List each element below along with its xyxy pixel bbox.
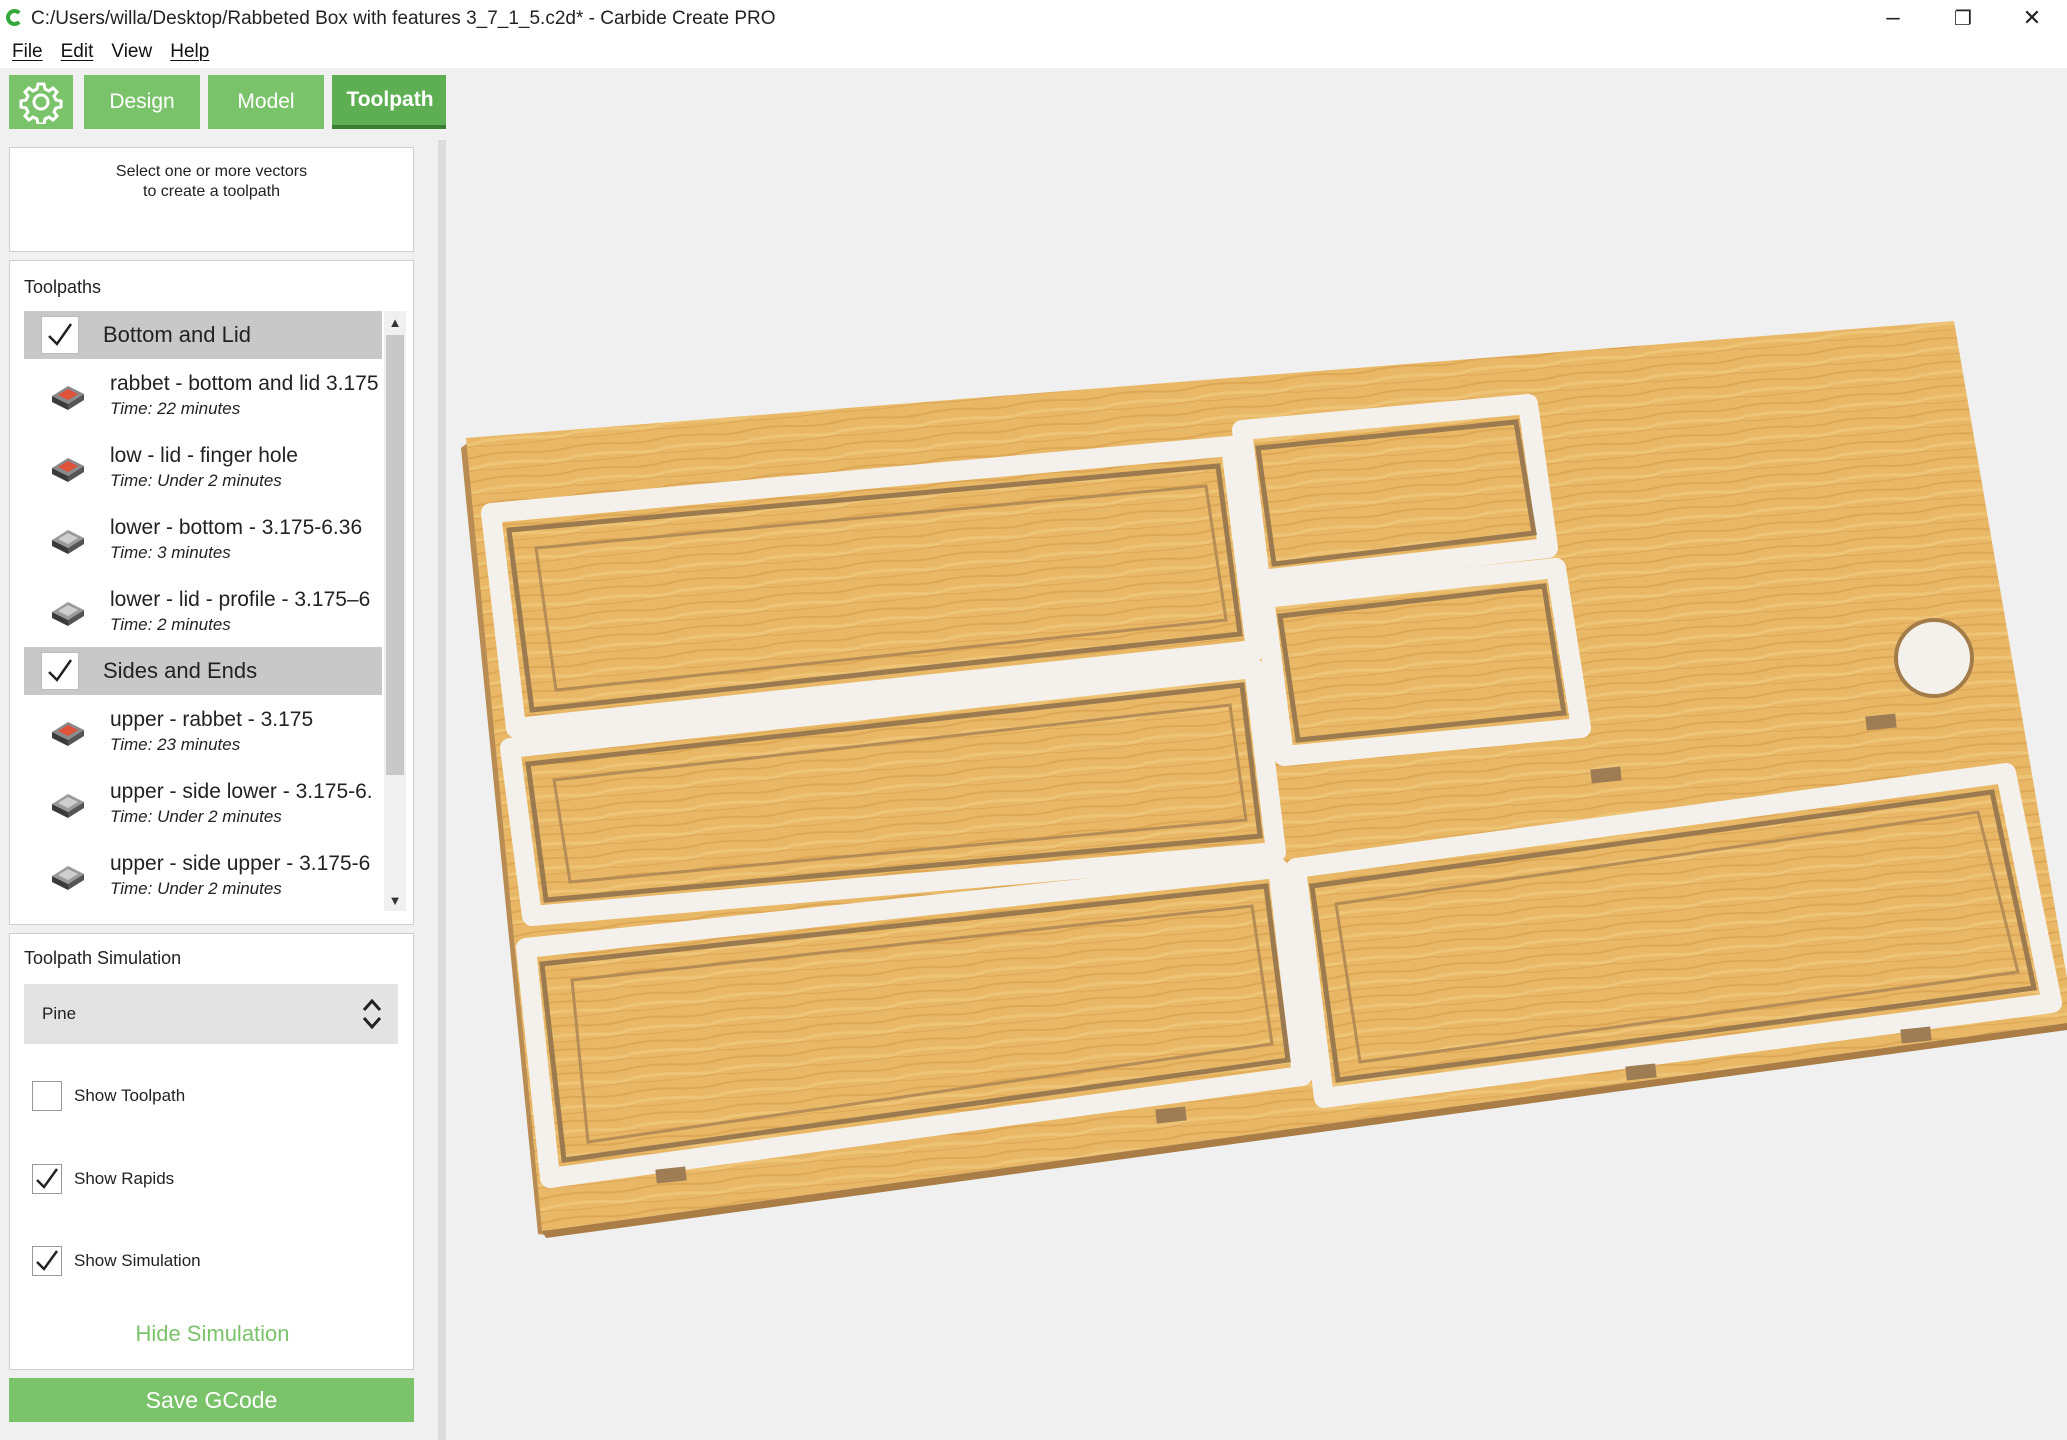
wood-stock-render <box>461 321 2067 1238</box>
selection-hint-panel: Select one or more vectors to create a t… <box>9 147 414 252</box>
toolpath-simulation-panel: Toolpath Simulation Pine Show Toolpath S… <box>9 933 414 1370</box>
checkmark-icon <box>48 323 73 346</box>
toolpath-name: lower - lid - profile - 3.175–6 <box>110 587 371 611</box>
scroll-up-icon[interactable]: ▲ <box>384 311 406 333</box>
toolpath-item[interactable]: low - lid - finger hole Time: Under 2 min… <box>24 431 382 503</box>
show-toolpath-row[interactable]: Show Toolpath <box>32 1081 185 1111</box>
scroll-thumb[interactable] <box>386 335 404 775</box>
group-label: Bottom and Lid <box>103 322 251 347</box>
toolpath-time: Time: Under 2 minutes <box>110 806 282 826</box>
pocket-icon <box>50 714 86 748</box>
hide-simulation-button[interactable]: Hide Simulation <box>10 1321 415 1347</box>
toolpath-item[interactable]: rabbet - bottom and lid 3.175 Time: 22 mi… <box>24 359 382 431</box>
show-toolpath-checkbox[interactable] <box>32 1081 62 1111</box>
toolpath-name: rabbet - bottom and lid 3.175 <box>110 371 379 395</box>
settings-tab[interactable] <box>9 75 73 129</box>
show-simulation-checkbox[interactable] <box>32 1246 62 1276</box>
group-checkbox[interactable] <box>41 652 79 690</box>
pocket-icon <box>50 450 86 484</box>
close-button[interactable]: ✕ <box>1997 0 2067 36</box>
material-value: Pine <box>42 1004 77 1023</box>
material-select[interactable]: Pine <box>24 984 398 1044</box>
checkmark-icon <box>48 659 73 682</box>
show-simulation-label: Show Simulation <box>74 1251 201 1270</box>
toolpath-item[interactable]: upper - side lower - 3.175-6. Time: Under… <box>24 767 382 839</box>
menu-edit[interactable]: Edit <box>55 41 106 63</box>
profile-icon <box>50 594 86 628</box>
menu-help[interactable]: Help <box>164 41 221 63</box>
show-simulation-row[interactable]: Show Simulation <box>32 1246 201 1276</box>
pocket-icon <box>50 378 86 412</box>
toolpath-time: Time: 2 minutes <box>110 614 231 634</box>
group-label: Sides and Ends <box>103 658 258 683</box>
checkmark-icon <box>36 1168 59 1189</box>
profile-icon <box>50 786 86 820</box>
app-logo-icon <box>6 9 23 26</box>
tab-toolpath[interactable]: Toolpath <box>332 75 448 129</box>
group-checkbox[interactable] <box>41 316 79 354</box>
toolpath-time: Time: 23 minutes <box>110 734 241 754</box>
toolpath-list: Bottom and Lid rabbet - bottom and lid 3.… <box>24 311 382 911</box>
show-rapids-row[interactable]: Show Rapids <box>32 1164 174 1194</box>
hint-line-1: Select one or more vectors <box>115 163 308 180</box>
simulation-title: Toolpath Simulation <box>24 948 182 968</box>
toolpath-time: Time: Under 2 minutes <box>110 470 282 490</box>
show-rapids-label: Show Rapids <box>74 1169 175 1188</box>
profile-icon <box>50 522 86 556</box>
minimize-button[interactable]: – <box>1858 0 1928 36</box>
toolpath-name: lower - bottom - 3.175-6.36 <box>110 515 363 539</box>
toolpath-name: upper - side upper - 3.175-6 <box>110 851 371 875</box>
toolpaths-panel: Toolpaths Bottom and Lid rabbet - bottom … <box>9 260 414 925</box>
save-gcode-button[interactable]: Save GCode <box>9 1378 414 1422</box>
menu-file[interactable]: File <box>6 41 55 63</box>
tab-design[interactable]: Design <box>84 75 200 129</box>
toolpath-item[interactable]: upper - side upper - 3.175-6 Time: Under … <box>24 839 382 911</box>
hint-line-2: to create a toolpath <box>143 183 280 200</box>
updown-chevron-icon <box>362 998 382 1030</box>
toolpath-name: low - lid - finger hole <box>110 443 298 467</box>
toolpath-name: upper - side lower - 3.175-6. <box>110 779 373 803</box>
simulation-viewport[interactable] <box>446 68 2067 1440</box>
gear-icon <box>19 82 63 124</box>
panel-splitter[interactable] <box>438 140 446 1440</box>
menu-bar: File Edit View Help <box>0 36 2067 68</box>
show-toolpath-label: Show Toolpath <box>74 1086 186 1105</box>
profile-icon <box>50 858 86 892</box>
tab-model[interactable]: Model <box>208 75 324 129</box>
restore-button[interactable]: ❐ <box>1928 0 1998 36</box>
title-bar: C:/Users/willa/Desktop/Rabbeted Box with… <box>0 0 2067 36</box>
toolpaths-title: Toolpaths <box>24 277 102 297</box>
menu-view[interactable]: View <box>105 41 164 63</box>
toolpath-time: Time: 22 minutes <box>110 398 241 418</box>
toolpath-scrollbar[interactable]: ▲ ▼ <box>384 311 406 911</box>
toolpath-item[interactable]: lower - lid - profile - 3.175–6 Time: 2 m… <box>24 575 382 647</box>
show-rapids-checkbox[interactable] <box>32 1164 62 1194</box>
window-title: C:/Users/willa/Desktop/Rabbeted Box with… <box>31 8 776 29</box>
toolpath-group-header[interactable]: Bottom and Lid <box>24 311 382 359</box>
toolpath-time: Time: Under 2 minutes <box>110 878 282 898</box>
checkmark-icon <box>36 1250 59 1271</box>
toolpath-group-header[interactable]: Sides and Ends <box>24 647 382 695</box>
scroll-down-icon[interactable]: ▼ <box>384 889 406 911</box>
toolpath-item[interactable]: lower - bottom - 3.175-6.36 Time: 3 minut… <box>24 503 382 575</box>
toolpath-time: Time: 3 minutes <box>110 542 231 562</box>
toolpath-name: upper - rabbet - 3.175 <box>110 707 314 731</box>
toolpath-item[interactable]: upper - rabbet - 3.175 Time: 23 minutes <box>24 695 382 767</box>
finger-hole <box>1894 618 1974 698</box>
